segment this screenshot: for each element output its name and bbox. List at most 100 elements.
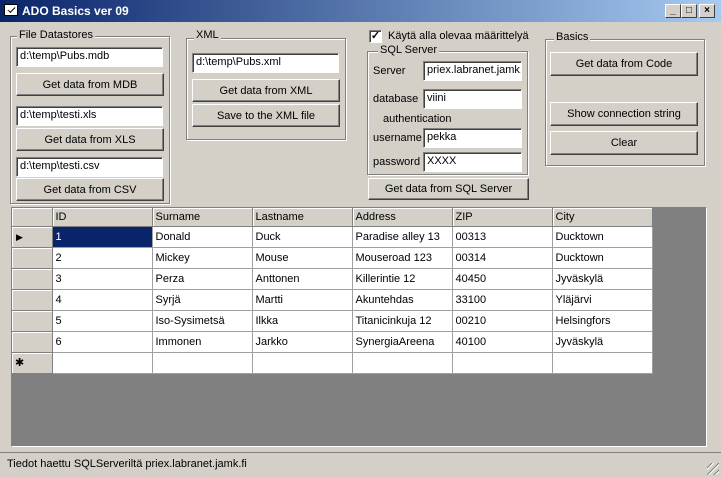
- table-cell[interactable]: Mickey: [152, 247, 253, 269]
- clear-button[interactable]: Clear: [550, 131, 698, 155]
- title-bar: ADO Basics ver 09 _ □ ×: [0, 0, 721, 22]
- maximize-button[interactable]: □: [681, 4, 697, 18]
- table-row[interactable]: 5 Iso-Sysimetsä Ilkka Titanicinkuja 12 00210…: [12, 310, 653, 332]
- table-cell[interactable]: Yläjärvi: [552, 289, 653, 311]
- table-cell[interactable]: 6: [52, 331, 153, 353]
- row-header[interactable]: ✱: [12, 352, 53, 374]
- table-cell[interactable]: [352, 352, 453, 374]
- table-cell[interactable]: Mouse: [252, 247, 353, 269]
- mdb-path-input[interactable]: d:\temp\Pubs.mdb: [16, 47, 163, 67]
- table-cell[interactable]: Ducktown: [552, 247, 653, 269]
- table-cell[interactable]: 00314: [452, 247, 553, 269]
- table-cell[interactable]: Syrjä: [152, 289, 253, 311]
- table-cell[interactable]: Mouseroad 123: [352, 247, 453, 269]
- table-cell[interactable]: [52, 352, 153, 374]
- status-text: Tiedot haettu SQLServeriltä priex.labran…: [7, 458, 247, 470]
- table-cell[interactable]: Jyväskylä: [552, 268, 653, 290]
- close-button[interactable]: ×: [699, 4, 715, 18]
- row-header[interactable]: [12, 310, 53, 332]
- table-cell[interactable]: Duck: [252, 226, 353, 248]
- table-cell[interactable]: Martti: [252, 289, 353, 311]
- csv-path-input[interactable]: d:\temp\testi.csv: [16, 157, 163, 177]
- table-cell[interactable]: [252, 352, 353, 374]
- table-cell[interactable]: 00210: [452, 310, 553, 332]
- table-cell[interactable]: 40100: [452, 331, 553, 353]
- table-row[interactable]: 4 Syrjä Martti Akuntehdas 33100 Yläjärvi: [12, 289, 653, 311]
- table-cell[interactable]: Ilkka: [252, 310, 353, 332]
- table-cell[interactable]: 4: [52, 289, 153, 311]
- resize-grip-icon[interactable]: [707, 463, 719, 475]
- file-datastores-label: File Datastores: [17, 29, 95, 41]
- server-label: Server: [373, 65, 406, 77]
- use-settings-label: Käytä alla olevaa määrittelyä: [388, 30, 529, 42]
- table-row[interactable]: 3 Perza Anttonen Killerintie 12 40450 Jyväsky…: [12, 268, 653, 290]
- column-header-address[interactable]: Address: [352, 208, 453, 227]
- new-row[interactable]: ✱: [12, 352, 653, 374]
- get-sql-button[interactable]: Get data from SQL Server: [368, 178, 529, 200]
- row-header[interactable]: [12, 268, 53, 290]
- use-settings-checkbox[interactable]: ✓: [369, 30, 382, 43]
- row-header[interactable]: [12, 247, 53, 269]
- basics-label: Basics: [554, 31, 591, 43]
- table-cell[interactable]: 33100: [452, 289, 553, 311]
- row-header[interactable]: ▶: [12, 226, 53, 248]
- table-cell[interactable]: [452, 352, 553, 374]
- table-cell[interactable]: Jarkko: [252, 331, 353, 353]
- table-row[interactable]: 6 Immonen Jarkko SynergiaAreena 40100 Jyväsky…: [12, 331, 653, 353]
- table-cell[interactable]: Titanicinkuja 12: [352, 310, 453, 332]
- get-xls-button[interactable]: Get data from XLS: [16, 128, 164, 151]
- table-cell[interactable]: 00313: [452, 226, 553, 248]
- row-header[interactable]: [12, 289, 53, 311]
- table-cell[interactable]: Perza: [152, 268, 253, 290]
- table-cell[interactable]: Iso-Sysimetsä: [152, 310, 253, 332]
- show-connection-button[interactable]: Show connection string: [550, 102, 698, 126]
- table-row[interactable]: ▶ 1 Donald Duck Paradise alley 13 00313 Duckto…: [12, 226, 653, 248]
- table-cell[interactable]: 2: [52, 247, 153, 269]
- row-header[interactable]: [12, 331, 53, 353]
- table-cell[interactable]: Killerintie 12: [352, 268, 453, 290]
- column-header-surname[interactable]: Surname: [152, 208, 253, 227]
- table-cell[interactable]: 40450: [452, 268, 553, 290]
- app-icon: [4, 4, 18, 16]
- get-code-button[interactable]: Get data from Code: [550, 52, 698, 76]
- table-cell[interactable]: 3: [52, 268, 153, 290]
- column-header-city[interactable]: City: [552, 208, 653, 227]
- get-csv-button[interactable]: Get data from CSV: [16, 178, 164, 201]
- table-cell[interactable]: 1: [52, 226, 153, 248]
- header-row: ID Surname Lastname Address ZIP City: [12, 208, 653, 227]
- table-cell[interactable]: 5: [52, 310, 153, 332]
- table-cell[interactable]: [152, 352, 253, 374]
- window-title: ADO Basics ver 09: [22, 4, 129, 18]
- table-cell[interactable]: Helsingfors: [552, 310, 653, 332]
- table-cell[interactable]: Donald: [152, 226, 253, 248]
- xml-label: XML: [194, 29, 221, 41]
- table-cell[interactable]: Anttonen: [252, 268, 353, 290]
- get-mdb-button[interactable]: Get data from MDB: [16, 73, 164, 96]
- database-label: database: [373, 93, 419, 105]
- password-input[interactable]: XXXX: [423, 152, 522, 172]
- get-xml-button[interactable]: Get data from XML: [192, 79, 340, 102]
- table-cell[interactable]: SynergiaAreena: [352, 331, 453, 353]
- table-cell[interactable]: [552, 352, 653, 374]
- username-label: username: [373, 132, 422, 144]
- table-cell[interactable]: Akuntehdas: [352, 289, 453, 311]
- table-cell[interactable]: Immonen: [152, 331, 253, 353]
- table-row[interactable]: 2 Mickey Mouse Mouseroad 123 00314 Ducktown: [12, 247, 653, 269]
- table-cell[interactable]: Ducktown: [552, 226, 653, 248]
- column-header-lastname[interactable]: Lastname: [252, 208, 353, 227]
- username-input[interactable]: pekka: [423, 128, 522, 148]
- save-xml-button[interactable]: Save to the XML file: [192, 104, 340, 127]
- row-header-corner: [12, 208, 53, 227]
- xml-path-input[interactable]: d:\temp\Pubs.xml: [192, 53, 339, 73]
- server-input[interactable]: priex.labranet.jamk.fi: [423, 61, 522, 81]
- column-header-id[interactable]: ID: [52, 208, 153, 227]
- table-cell[interactable]: Jyväskylä: [552, 331, 653, 353]
- column-header-zip[interactable]: ZIP: [452, 208, 553, 227]
- xls-path-input[interactable]: d:\temp\testi.xls: [16, 106, 163, 126]
- minimize-button[interactable]: _: [665, 4, 681, 18]
- sql-server-label: SQL Server: [378, 44, 440, 56]
- data-table: ID Surname Lastname Address ZIP City ▶ 1 D…: [12, 208, 653, 374]
- table-cell[interactable]: Paradise alley 13: [352, 226, 453, 248]
- database-input[interactable]: viini: [423, 89, 522, 109]
- data-grid[interactable]: ID Surname Lastname Address ZIP City ▶ 1 D…: [11, 207, 707, 447]
